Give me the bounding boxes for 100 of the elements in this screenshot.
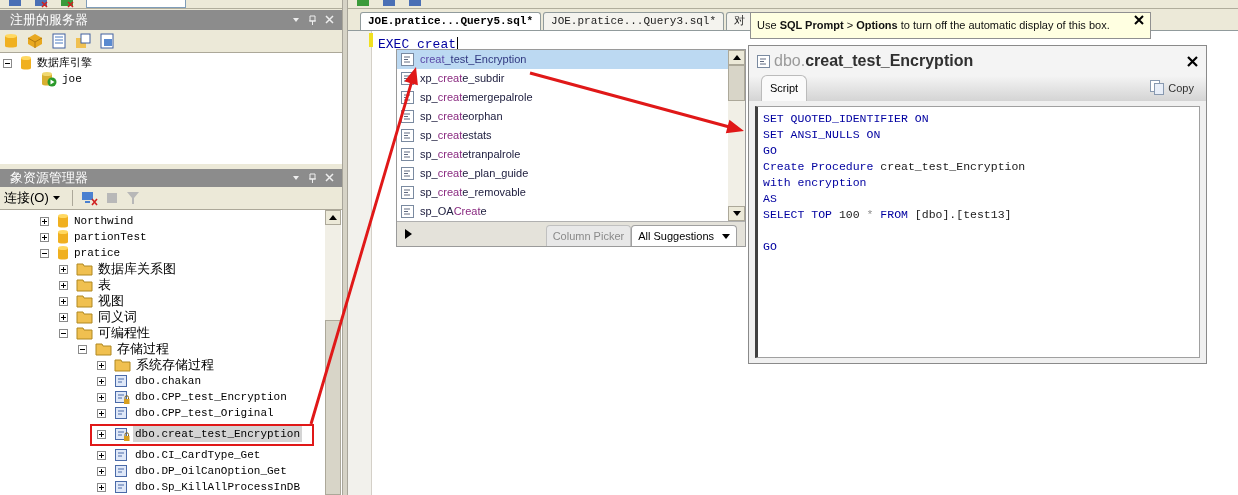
folders-icon[interactable] [75,32,91,49]
tree-item[interactable]: partionTest [72,228,149,246]
document-icon[interactable] [100,32,114,49]
collapse-icon[interactable] [3,58,12,68]
tree-item[interactable]: Northwind [72,212,136,230]
scroll-up-icon[interactable] [732,55,741,60]
folder-icon [76,294,93,308]
script-tab[interactable]: Script [761,74,808,101]
expand-icon[interactable] [97,360,106,370]
code-line: AS [763,191,778,206]
scroll-up-icon[interactable] [329,215,337,220]
scrollbar[interactable] [728,50,745,221]
code-line: SELECT TOP 100 * FROM [dbo].[test13] [763,207,1013,222]
change-marker [369,33,373,47]
expand-icon[interactable] [97,466,106,476]
expand-icon[interactable] [97,429,106,439]
suggestion-item[interactable]: sp_createstats [397,126,728,145]
suggestion-item[interactable]: sp_create_removable [397,183,728,202]
suggestion-tab[interactable]: All Suggestions [631,225,737,246]
tree-item[interactable]: dbo.CPP_test_Encryption [133,388,289,406]
procedure-icon [401,129,414,142]
expand-icon[interactable] [97,482,106,492]
procedure-icon [401,186,414,199]
collapse-icon[interactable] [78,344,87,354]
folder-icon [76,278,93,292]
collapse-icon[interactable] [40,248,49,258]
code-line: GO [763,143,778,158]
suggestion-item[interactable]: creat_test_Encryption [397,50,728,69]
folder-icon [95,342,112,356]
toolbar-icon[interactable] [408,0,422,8]
tree-item[interactable]: 数据库引擎 [35,54,94,72]
pin-icon[interactable] [308,14,317,25]
dropdown-icon[interactable] [292,15,300,24]
scroll-thumb[interactable] [728,65,745,101]
expand-arrow-icon[interactable] [405,229,412,239]
toolbar-icon[interactable] [34,0,48,8]
dropdown-icon[interactable] [292,173,300,182]
expand-icon[interactable] [97,408,106,418]
folder-icon [76,310,93,324]
procedure-title: dbo.creat_test_Encryption [774,51,974,71]
server-icon [41,71,57,88]
procedure-icon [401,167,414,180]
expand-icon[interactable] [59,296,68,306]
suggestion-item[interactable]: sp_OACreate [397,202,728,221]
tree-item[interactable]: dbo.chakan [133,372,203,390]
folder-icon [114,358,131,372]
folder-icon [76,326,93,340]
panel-title: 象资源管理器 [10,168,88,187]
toolbar-icon[interactable] [8,0,22,8]
tree-item[interactable]: dbo.CPP_test_Original [133,404,276,422]
tree-item[interactable]: joe [60,70,84,88]
expand-icon[interactable] [97,392,106,402]
toolbar-icon[interactable] [382,0,396,8]
code-line: SET QUOTED_IDENTIFIER ON [763,111,930,126]
close-icon[interactable] [1134,15,1144,25]
scrollbar[interactable] [325,210,341,495]
database-icon [20,55,32,72]
database-icon [57,229,69,245]
suggestion-item[interactable]: sp_createtranpalrole [397,145,728,164]
editor-tab[interactable]: JOE.pratice...Query5.sql* [360,12,542,30]
scroll-down-icon[interactable] [732,211,741,216]
cube-icon[interactable] [27,32,43,49]
dropdown-icon [52,195,60,200]
panel-title: 注册的服务器 [10,11,88,30]
procedure-icon [401,205,414,218]
tooltip-text: Use SQL Prompt > Options to turn off the automatic display of this box. [757,18,1110,34]
close-icon[interactable] [1187,55,1198,67]
database-icon [57,245,69,261]
pin-icon[interactable] [308,172,317,183]
collapse-icon[interactable] [59,328,68,338]
expand-icon[interactable] [97,376,106,386]
expand-icon[interactable] [40,232,49,242]
expand-icon[interactable] [40,216,49,226]
connect-button[interactable]: 连接(O) [4,188,64,208]
copy-icon [1150,80,1165,96]
folder-icon [76,262,93,276]
tree-item[interactable]: pratice [72,244,123,262]
tree-item[interactable]: dbo.CI_CardType_Get [133,446,263,464]
disconnect-icon[interactable] [80,189,98,206]
expand-icon[interactable] [97,450,106,460]
tree-item[interactable]: dbo.Sp_KillAllProcessInDB [133,478,303,495]
suggestion-item[interactable]: sp_create_plan_guide [397,164,728,183]
code-line: SET ANSI_NULLS ON [763,127,882,142]
procedure-icon [401,148,414,161]
editor-tab[interactable]: JOE.pratice...Query3.sql* [543,12,725,30]
code-line: with encryption [763,175,868,190]
toolbar-icon[interactable] [356,0,370,8]
code-line: GO [763,239,778,254]
code-line: Create Procedure creat_test_Encryption [763,159,1027,174]
dropdown-icon [722,233,730,239]
scroll-thumb[interactable] [325,320,341,495]
expand-icon[interactable] [59,312,68,322]
procedure-icon [401,53,414,66]
expand-icon[interactable] [59,280,68,290]
database-icon [57,213,69,229]
toolbar-icon[interactable] [60,0,74,8]
expand-icon[interactable] [59,264,68,274]
procedure-icon [757,54,770,68]
tree-item[interactable]: dbo.DP_OilCanOption_Get [133,462,289,480]
copy-button[interactable]: Copy [1150,79,1194,96]
